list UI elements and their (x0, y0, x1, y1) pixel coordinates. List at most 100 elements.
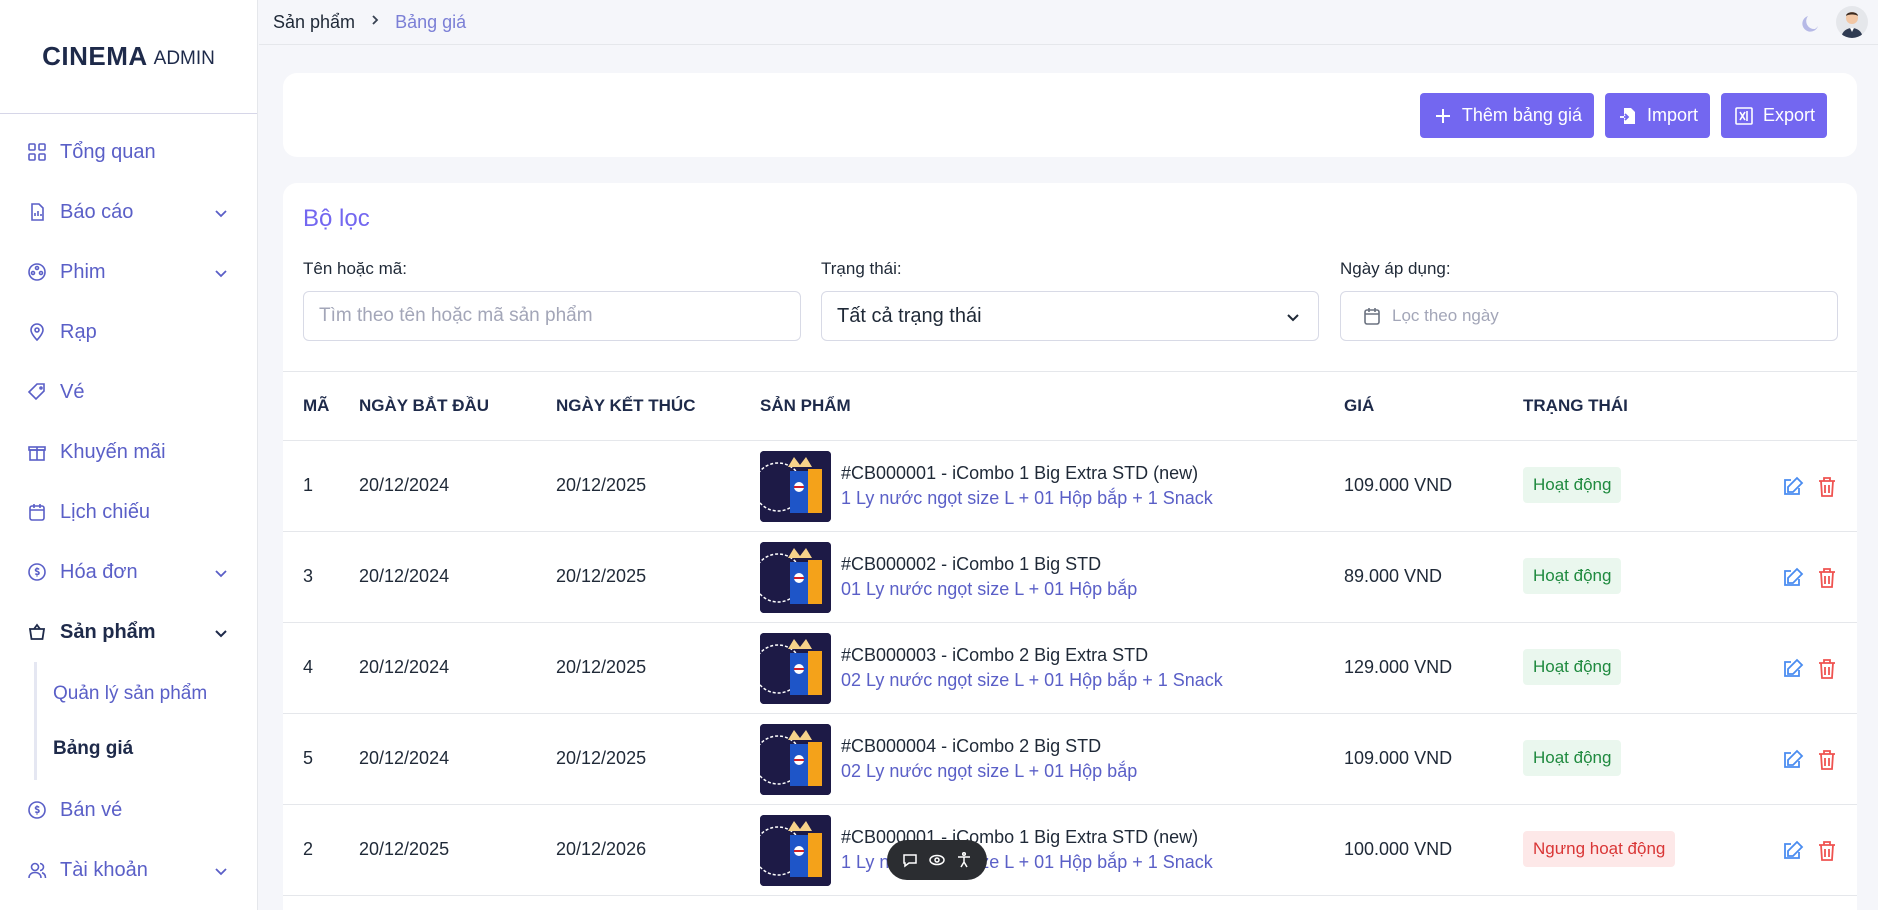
delete-icon[interactable] (1815, 475, 1839, 499)
search-input[interactable]: Tìm theo tên hoặc mã sản phẩm (303, 291, 801, 341)
accessibility-icon[interactable] (955, 851, 973, 869)
cell-price: 109.000 VND (1344, 475, 1453, 495)
sidebar-item-tai-khoan[interactable]: Tài khoản (0, 840, 257, 900)
status-select-value: Tất cả trạng thái (837, 304, 982, 327)
sidebar-item-rap[interactable]: Rạp (0, 302, 257, 362)
sidebar-item-label: Báo cáo (60, 200, 134, 223)
cell-start-date: 20/12/2024 (359, 566, 450, 586)
sidebar-item-lich-chieu[interactable]: Lịch chiếu (0, 482, 257, 542)
submenu-item-quan-ly-san-pham[interactable]: Quản lý sản phẩm (37, 666, 257, 721)
column-header-status: TRẠNG THÁI (1523, 396, 1628, 415)
cell-id: 2 (303, 839, 314, 859)
basket-icon (26, 621, 48, 643)
cell-end-date: 20/12/2026 (556, 839, 647, 859)
edit-icon[interactable] (1781, 475, 1805, 499)
cell-end-date: 20/12/2025 (556, 475, 647, 495)
ticket-icon (26, 381, 48, 403)
breadcrumb-parent[interactable]: Sản phẩm (273, 12, 355, 33)
sidebar-item-label: Rạp (60, 320, 97, 343)
delete-icon[interactable] (1815, 566, 1839, 590)
export-button[interactable]: Export (1720, 93, 1827, 138)
logo[interactable]: CINEMA ADMIN (0, 0, 257, 114)
product-thumbnail (760, 815, 831, 886)
sidebar: CINEMA ADMIN Tổng quan Báo cáo Phim Rạp … (0, 0, 258, 910)
users-icon (26, 859, 48, 881)
status-badge: Hoạt động (1523, 649, 1622, 685)
edit-icon[interactable] (1781, 566, 1805, 590)
avatar[interactable] (1836, 6, 1868, 38)
edit-icon[interactable] (1781, 839, 1805, 863)
column-header-product: SẢN PHẨM (760, 396, 851, 415)
sidebar-item-bao-cao[interactable]: Báo cáo (0, 182, 257, 242)
submenu-item-bang-gia[interactable]: Bảng giá (37, 721, 257, 776)
table-row[interactable]: 2 20/12/2025 20/12/2026 #CB000001 - iCom… (283, 805, 1857, 896)
sidebar-item-label: Lịch chiếu (60, 500, 151, 523)
cell-start-date: 20/12/2024 (359, 657, 450, 677)
cell-id: 1 (303, 475, 314, 495)
delete-icon[interactable] (1815, 748, 1839, 772)
date-filter-input[interactable]: Lọc theo ngày (1340, 291, 1838, 341)
cell-price: 89.000 VND (1344, 566, 1443, 586)
chevron-down-icon (1284, 308, 1302, 326)
sidebar-item-phim[interactable]: Phim (0, 242, 257, 302)
product-description: 02 Ly nước ngọt size L + 01 Hộp bắp (841, 761, 1138, 781)
sidebar-item-ban-ve[interactable]: Bán vé (0, 780, 257, 840)
filter-title: Bộ lọc (303, 205, 370, 232)
sidebar-item-san-pham[interactable]: Sản phẩm (0, 602, 257, 662)
sidebar-item-ve[interactable]: Vé (0, 362, 257, 422)
comment-icon[interactable] (901, 851, 919, 869)
product-thumbnail (760, 724, 831, 795)
status-badge: Hoạt động (1523, 467, 1622, 503)
moon-icon[interactable] (1800, 11, 1822, 33)
product-thumbnail (760, 542, 831, 613)
sidebar-item-label: Khuyến mãi (60, 440, 166, 463)
status-badge: Hoạt động (1523, 740, 1622, 776)
location-icon (26, 321, 48, 343)
breadcrumb: Sản phẩm Bảng giá (273, 12, 466, 33)
export-label: Export (1762, 105, 1815, 125)
row-actions (1781, 839, 1839, 863)
chevron-down-icon (213, 204, 229, 220)
sidebar-item-khuyen-mai[interactable]: Khuyến mãi (0, 422, 257, 482)
eye-icon[interactable] (928, 851, 946, 869)
price-list-card: Bộ lọc Tên hoặc mã: Tìm theo tên hoặc mã… (283, 183, 1857, 910)
column-header-end-date: NGÀY KẾT THÚC (556, 396, 696, 415)
cell-start-date: 20/12/2024 (359, 748, 450, 768)
floating-toolbar (887, 840, 987, 880)
sidebar-item-label: Tổng quan (60, 140, 156, 163)
edit-icon[interactable] (1781, 748, 1805, 772)
sidebar-item-hoa-don[interactable]: Hóa đơn (0, 542, 257, 602)
date-filter-placeholder: Lọc theo ngày (1392, 306, 1499, 325)
delete-icon[interactable] (1815, 657, 1839, 681)
action-card: Thêm bảng giá Import Export (283, 73, 1857, 157)
cell-end-date: 20/12/2025 (556, 657, 647, 677)
cell-start-date: 20/12/2024 (359, 475, 450, 495)
add-price-list-button[interactable]: Thêm bảng giá (1419, 93, 1594, 138)
row-actions (1781, 657, 1839, 681)
cell-id: 5 (303, 748, 314, 768)
delete-icon[interactable] (1815, 839, 1839, 863)
product-description: 01 Ly nước ngọt size L + 01 Hộp bắp (841, 579, 1138, 599)
table-row[interactable]: 1 20/12/2024 20/12/2025 #CB000001 - iCom… (283, 441, 1857, 532)
import-button[interactable]: Import (1604, 93, 1710, 138)
grid-icon (26, 141, 48, 163)
coin-icon (26, 799, 48, 821)
table-row[interactable]: 4 20/12/2024 20/12/2025 #CB000003 - iCom… (283, 623, 1857, 714)
status-select[interactable]: Tất cả trạng thái (821, 291, 1319, 341)
cell-end-date: 20/12/2025 (556, 748, 647, 768)
edit-icon[interactable] (1781, 657, 1805, 681)
status-filter-label: Trạng thái: (821, 259, 902, 278)
topbar: Sản phẩm Bảng giá (259, 0, 1878, 45)
product-thumbnail (760, 451, 831, 522)
add-price-list-label: Thêm bảng giá (1461, 105, 1582, 125)
chevron-down-icon (213, 564, 229, 580)
sidebar-item-label: Phim (60, 260, 106, 283)
table-row[interactable]: 5 20/12/2024 20/12/2025 #CB000004 - iCom… (283, 714, 1857, 805)
status-badge: Ngưng hoạt động (1523, 831, 1676, 867)
sidebar-item-label: Vé (60, 380, 85, 403)
cell-id: 4 (303, 657, 314, 677)
table-row[interactable]: 3 20/12/2024 20/12/2025 #CB000002 - iCom… (283, 532, 1857, 623)
sidebar-item-label: Hóa đơn (60, 560, 138, 583)
product-thumbnail (760, 633, 831, 704)
sidebar-item-tong-quan[interactable]: Tổng quan (0, 122, 257, 182)
